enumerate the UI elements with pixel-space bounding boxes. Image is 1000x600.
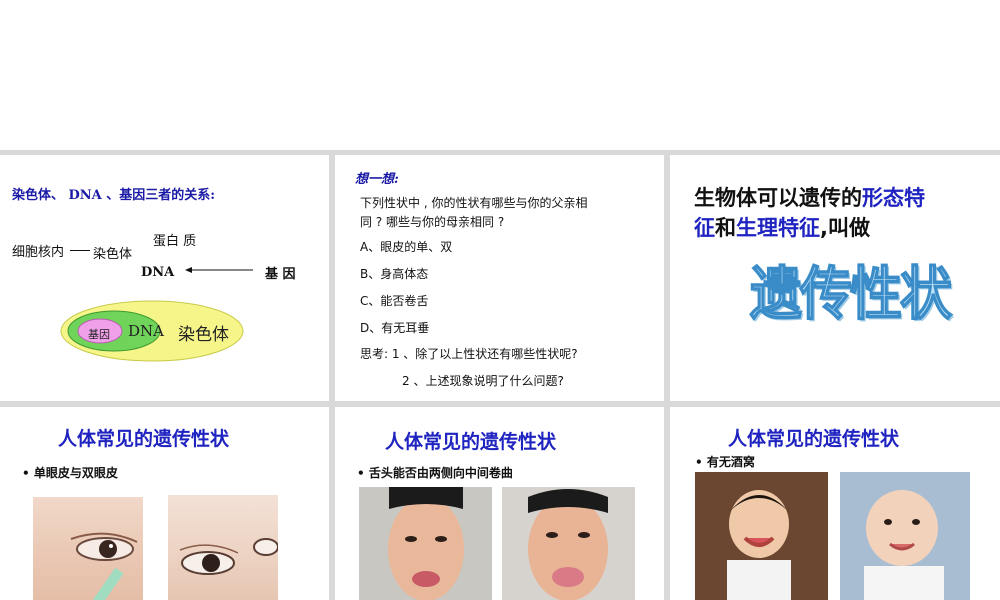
slide-tongue-rolling[interactable]: 人体常见的遗传性状 • 舌头能否由两侧向中间卷曲 bbox=[335, 407, 664, 600]
definition-part-e: 生理特征 bbox=[736, 216, 820, 240]
connector-line bbox=[70, 250, 90, 251]
dna-label: DNA bbox=[141, 265, 175, 280]
slide-eyelids[interactable]: 人体常见的遗传性状 • 单眼皮与双眼皮 bbox=[0, 407, 329, 600]
slide-chromosome-dna-gene[interactable]: 染色体、 DNA 、基因三者的关系: 细胞核内 染色体 蛋白 质 DNA 基 因… bbox=[0, 155, 329, 401]
protein-label: 蛋白 质 bbox=[153, 234, 197, 249]
wordart-hereditary-traits: 遗传性状 bbox=[749, 261, 953, 329]
slide6-bullet: • 有无酒窝 bbox=[695, 455, 755, 469]
definition-part-b: 形态特 bbox=[862, 186, 925, 210]
dimples-photo-child bbox=[695, 472, 828, 600]
double-eyelid-photo bbox=[168, 495, 278, 600]
slide4-title: 人体常见的遗传性状 bbox=[58, 428, 230, 450]
slide5-title: 人体常见的遗传性状 bbox=[385, 431, 557, 453]
diagram-chromosome-label: 染色体 bbox=[178, 325, 229, 345]
arrow-left-icon bbox=[185, 267, 253, 273]
think-line-1: 思考: 1 、除了以上性状还有哪些性状呢? bbox=[360, 347, 578, 361]
gene-label: 基 因 bbox=[265, 267, 296, 282]
cell-nucleus-label: 细胞核内 bbox=[12, 245, 65, 260]
slide2-heading: 想一想: bbox=[355, 172, 399, 187]
top-blank-area bbox=[0, 0, 1000, 150]
chromosome-label: 染色体 bbox=[93, 247, 133, 262]
question-line-2: 同 ? 哪些与你的母亲相同 ? bbox=[360, 215, 505, 229]
definition-text: 生物体可以遗传的形态特 征和生理特征,叫做 bbox=[694, 183, 925, 243]
option-a: A、眼皮的单、双 bbox=[360, 240, 453, 254]
think-line-2: 2 、上述现象说明了什么问题? bbox=[402, 374, 564, 388]
dimples-photo-baby bbox=[840, 472, 970, 600]
definition-part-d: 和 bbox=[715, 216, 736, 240]
diagram-gene-label: 基因 bbox=[88, 328, 110, 341]
slide-think[interactable]: 想一想: 下列性状中 , 你的性状有哪些与你的父亲相 同 ? 哪些与你的母亲相同… bbox=[335, 155, 664, 401]
single-eyelid-photo bbox=[33, 497, 143, 600]
definition-part-c: 征 bbox=[694, 216, 715, 240]
option-b: B、身高体态 bbox=[360, 267, 429, 281]
definition-part-f: ,叫做 bbox=[820, 216, 870, 240]
tongue-rolling-photo-2 bbox=[502, 487, 635, 600]
question-line-1: 下列性状中 , 你的性状有哪些与你的父亲相 bbox=[360, 196, 588, 210]
slide6-title: 人体常见的遗传性状 bbox=[728, 428, 900, 450]
slide4-bullet: • 单眼皮与双眼皮 bbox=[22, 466, 118, 480]
option-d: D、有无耳垂 bbox=[360, 321, 430, 335]
slide5-bullet: • 舌头能否由两侧向中间卷曲 bbox=[357, 466, 513, 480]
definition-part-a: 生物体可以遗传的 bbox=[694, 186, 862, 210]
tongue-rolling-photo-1 bbox=[359, 487, 492, 600]
diagram-dna-label: DNA bbox=[128, 322, 164, 340]
option-c: C、能否卷舌 bbox=[360, 294, 429, 308]
slide-hereditary-traits-definition[interactable]: 生物体可以遗传的形态特 征和生理特征,叫做 遗传性状 bbox=[670, 155, 1000, 401]
slide1-heading: 染色体、 DNA 、基因三者的关系: bbox=[12, 188, 216, 203]
slide-dimples[interactable]: 人体常见的遗传性状 • 有无酒窝 bbox=[670, 407, 1000, 600]
